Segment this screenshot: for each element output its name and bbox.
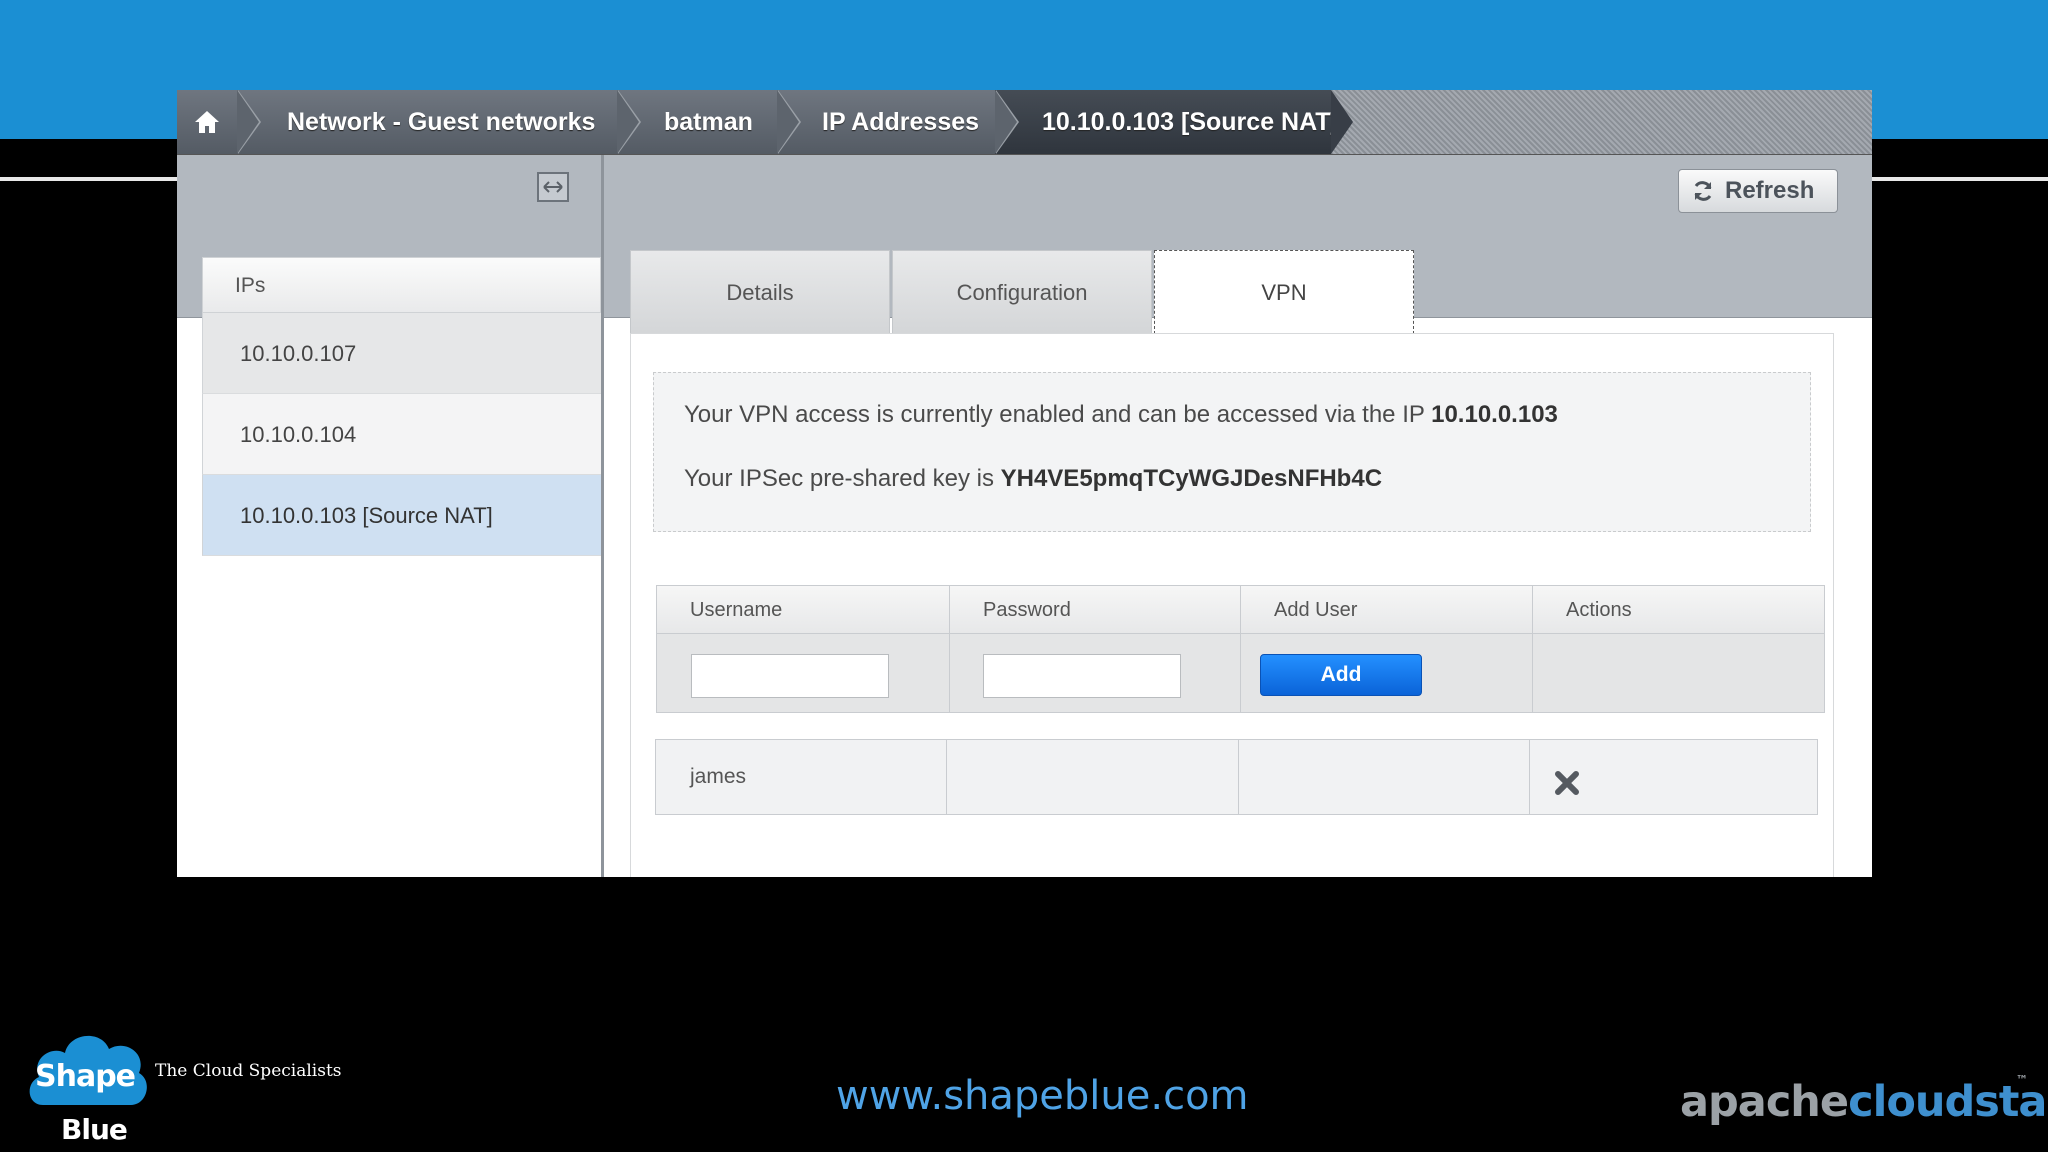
breadcrumb-ip-addresses[interactable]: IP Addresses xyxy=(777,90,1019,154)
website-link[interactable]: www.shapeblue.com xyxy=(836,1073,1249,1119)
add-user-button[interactable]: Add xyxy=(1260,654,1422,696)
refresh-icon xyxy=(1694,181,1712,201)
column-header: Username xyxy=(657,586,950,634)
collapse-panel-icon xyxy=(543,181,563,193)
collapse-panel-button[interactable] xyxy=(537,172,569,202)
username-cell xyxy=(657,634,950,712)
refresh-label: Refresh xyxy=(1725,177,1815,204)
apache-cloudstack-logo: apachecloudstack ™ xyxy=(1680,1073,2048,1127)
brand-apache: apache xyxy=(1680,1077,1849,1127)
psk-text: Your IPSec pre-shared key is YH4VE5pmqTC… xyxy=(684,465,1383,492)
breadcrumb-current-ip[interactable]: 10.10.0.103 [Source NAT] xyxy=(995,90,1353,154)
add-user-cell xyxy=(1239,740,1530,814)
column-header: Add User xyxy=(1241,586,1533,634)
logo-wordmark: Shape xyxy=(35,1059,136,1094)
ip-list: IPs 10.10.0.107 10.10.0.104 10.10.0.103 … xyxy=(202,257,601,556)
psk-value: YH4VE5pmqTCyWGJDesNFHb4C xyxy=(1000,465,1383,492)
trademark: ™ xyxy=(2016,1073,2028,1087)
vpn-ip: 10.10.0.103 xyxy=(1431,401,1558,428)
username-input[interactable] xyxy=(691,654,889,698)
tab-configuration[interactable]: Configuration xyxy=(892,250,1152,334)
column-header: Password xyxy=(950,586,1241,634)
breadcrumb-home[interactable] xyxy=(177,90,261,154)
breadcrumb-guest-networks[interactable]: Network - Guest networks xyxy=(237,90,641,154)
table-row: james xyxy=(655,739,1818,815)
username-cell: james xyxy=(656,740,947,814)
breadcrumb-label: 10.10.0.103 [Source NAT] xyxy=(1042,108,1339,136)
breadcrumb-label: IP Addresses xyxy=(822,108,980,136)
actions-cell xyxy=(1533,634,1824,712)
breadcrumb-batman[interactable]: batman xyxy=(617,90,801,154)
delete-icon[interactable] xyxy=(1554,770,1580,796)
add-user-cell: Add xyxy=(1241,634,1533,712)
list-item-selected[interactable]: 10.10.0.103 [Source NAT] xyxy=(202,475,601,556)
username-value: james xyxy=(690,765,747,788)
shapeblue-logo: Shape Blue The Cloud Specialists xyxy=(25,1025,355,1146)
vpn-access-text: Your VPN access is currently enabled and… xyxy=(684,401,1558,428)
password-input[interactable] xyxy=(983,654,1181,698)
actions-cell xyxy=(1530,740,1817,814)
vpn-users-table: Username Password Add User Actions Add xyxy=(656,585,1825,713)
list-item[interactable]: 10.10.0.104 xyxy=(202,394,601,475)
ip-list-header: IPs xyxy=(202,257,601,313)
refresh-button[interactable]: Refresh xyxy=(1678,169,1838,213)
logo-wordmark: Blue xyxy=(61,1113,128,1146)
panel-divider xyxy=(601,155,604,877)
logo-tagline: The Cloud Specialists xyxy=(155,1061,342,1081)
breadcrumb-label: Network - Guest networks xyxy=(287,108,596,136)
password-cell xyxy=(947,740,1239,814)
cloudstack-window: Network - Guest networks batman IP Addre… xyxy=(177,90,1872,877)
column-header: Actions xyxy=(1533,586,1824,634)
breadcrumb-label: batman xyxy=(664,108,753,136)
tab-details[interactable]: Details xyxy=(630,250,890,334)
home-icon xyxy=(195,111,219,133)
list-item[interactable]: 10.10.0.107 xyxy=(202,313,601,394)
tab-vpn[interactable]: VPN xyxy=(1154,250,1414,334)
vpn-status-notice: Your VPN access is currently enabled and… xyxy=(653,372,1811,532)
password-cell xyxy=(950,634,1241,712)
breadcrumb: Network - Guest networks batman IP Addre… xyxy=(177,90,1872,155)
